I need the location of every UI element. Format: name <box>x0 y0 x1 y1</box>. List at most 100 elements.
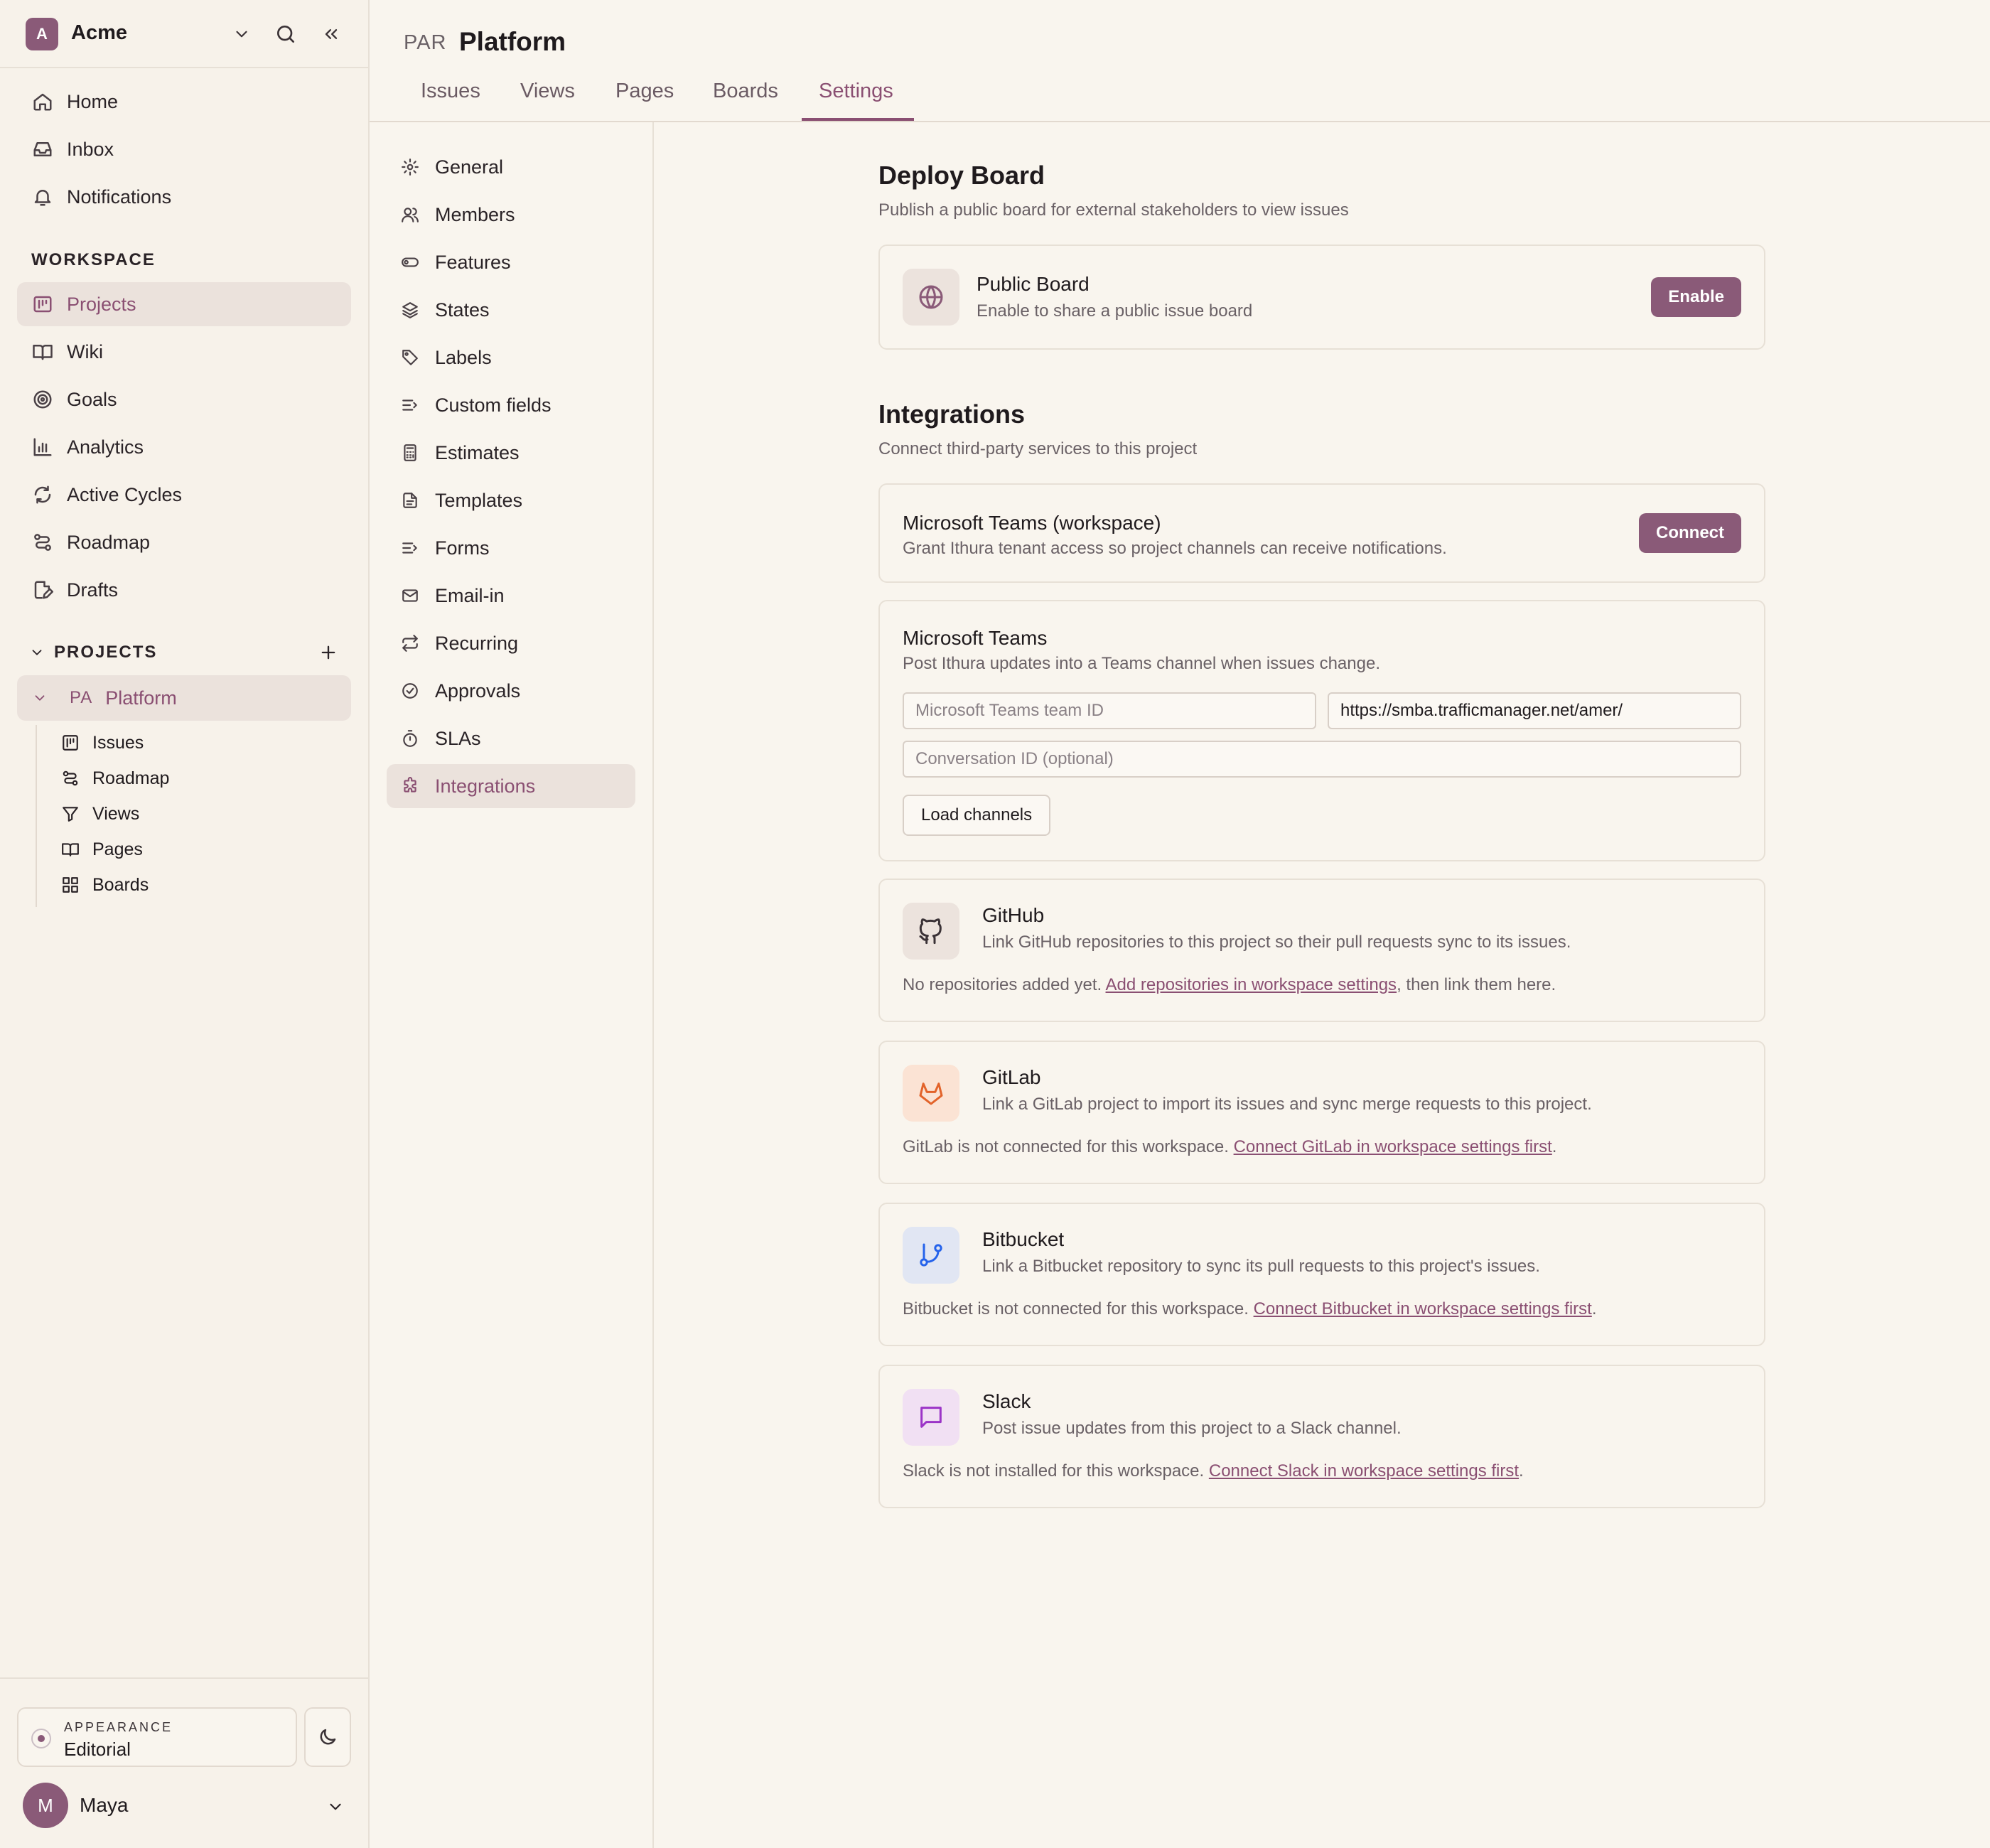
settings-slas[interactable]: SLAs <box>387 716 635 761</box>
nav-active-cycles[interactable]: Active Cycles <box>17 473 351 517</box>
tab-pages[interactable]: Pages <box>615 80 674 103</box>
gitlab-settings-link[interactable]: Connect GitLab in workspace settings fir… <box>1234 1137 1552 1156</box>
settings-templates[interactable]: Templates <box>387 478 635 522</box>
project-sub-roadmap[interactable]: Roadmap <box>60 762 169 795</box>
user-avatar[interactable]: M <box>23 1783 68 1828</box>
bar-chart-icon <box>30 434 55 460</box>
check-circle-icon <box>399 680 421 702</box>
nav-label: Analytics <box>67 436 144 458</box>
deploy-board-subtitle: Publish a public board for external stak… <box>878 200 1349 220</box>
settings-forms[interactable]: Forms <box>387 526 635 570</box>
enable-button[interactable]: Enable <box>1651 277 1741 317</box>
appearance-selector[interactable]: APPEARANCE Editorial <box>17 1707 297 1767</box>
github-settings-link[interactable]: Add repositories in workspace settings <box>1106 975 1397 994</box>
load-channels-button[interactable]: Load channels <box>903 795 1051 836</box>
bitbucket-note-text: Bitbucket is not connected for this work… <box>903 1299 1254 1318</box>
settings-approvals[interactable]: Approvals <box>387 669 635 713</box>
nav-label: Notifications <box>67 186 172 208</box>
tab-issues[interactable]: Issues <box>421 80 480 103</box>
nav-analytics[interactable]: Analytics <box>17 425 351 469</box>
teams-card: Microsoft Teams Post Ithura updates into… <box>878 600 1765 861</box>
sub-item-label: Pages <box>92 839 143 859</box>
timer-icon <box>399 728 421 749</box>
tab-views[interactable]: Views <box>520 80 575 103</box>
bitbucket-settings-link[interactable]: Connect Bitbucket in workspace settings … <box>1254 1299 1592 1318</box>
workspace-avatar[interactable]: A <box>26 18 58 50</box>
tab-boards[interactable]: Boards <box>713 80 778 103</box>
slack-note-suffix: . <box>1519 1461 1524 1481</box>
user-name[interactable]: Maya <box>80 1794 128 1817</box>
projects-icon <box>30 291 55 317</box>
settings-nav <box>370 122 654 1848</box>
project-sub-pages[interactable]: Pages <box>60 833 143 866</box>
slack-title: Slack <box>982 1390 1031 1412</box>
github-note: No repositories added yet. Add repositor… <box>903 975 1556 995</box>
settings-custom-fields[interactable]: Custom fields <box>387 383 635 427</box>
chevron-down-icon[interactable] <box>28 644 45 661</box>
nav-notifications[interactable]: Notifications <box>17 175 351 219</box>
teams-service-url-input[interactable] <box>1328 692 1741 729</box>
teams-team-id-input[interactable] <box>903 692 1316 729</box>
github-card: GitHub Link GitHub repositories to this … <box>878 879 1765 1022</box>
file-text-icon <box>399 490 421 511</box>
search-icon[interactable] <box>271 20 300 48</box>
appearance-label: APPEARANCE <box>64 1720 173 1734</box>
sub-item-label: Boards <box>92 874 149 895</box>
settings-general[interactable]: General <box>387 145 635 189</box>
chevron-down-icon[interactable] <box>227 20 256 48</box>
settings-integrations[interactable]: Integrations <box>387 764 635 808</box>
gitlab-note-text: GitLab is not connected for this workspa… <box>903 1137 1234 1156</box>
add-project-icon[interactable] <box>316 640 341 665</box>
collapse-sidebar-icon[interactable] <box>317 20 345 48</box>
bitbucket-note-suffix: . <box>1591 1299 1597 1318</box>
settings-features[interactable]: Features <box>387 240 635 284</box>
chevron-down-icon[interactable] <box>324 1795 347 1818</box>
settings-labels[interactable]: Labels <box>387 335 635 380</box>
nav-drafts[interactable]: Drafts <box>17 568 351 612</box>
settings-states[interactable]: States <box>387 288 635 332</box>
project-sub-boards[interactable]: Boards <box>60 869 149 901</box>
list-arrow-icon <box>399 537 421 559</box>
settings-email-in[interactable]: Email-in <box>387 574 635 618</box>
gitlab-desc: Link a GitLab project to import its issu… <box>982 1095 1592 1114</box>
nav-roadmap[interactable]: Roadmap <box>17 520 351 564</box>
sub-item-label: Views <box>92 803 140 824</box>
git-branch-icon <box>903 1227 959 1284</box>
workspace-name[interactable]: Acme <box>71 21 127 45</box>
nav-projects[interactable]: Projects <box>17 282 351 326</box>
nav-label: Inbox <box>67 138 114 160</box>
nav-home[interactable]: Home <box>17 80 351 124</box>
nav-goals[interactable]: Goals <box>17 377 351 421</box>
settings-item-label: SLAs <box>435 727 481 749</box>
project-sub-issues[interactable]: Issues <box>60 726 144 759</box>
project-code: PA <box>70 688 93 707</box>
nav-label: Roadmap <box>67 531 151 553</box>
settings-item-label: Integrations <box>435 775 536 797</box>
settings-members[interactable]: Members <box>387 193 635 237</box>
public-board-desc: Enable to share a public issue board <box>977 301 1253 321</box>
project-platform[interactable]: PA Platform <box>17 675 351 721</box>
teams-workspace-card: Microsoft Teams (workspace) Grant Ithura… <box>878 483 1765 583</box>
nav-inbox[interactable]: Inbox <box>17 127 351 171</box>
chevron-down-icon[interactable] <box>31 689 48 707</box>
project-sub-views[interactable]: Views <box>60 797 139 830</box>
settings-estimates[interactable]: Estimates <box>387 431 635 475</box>
projects-section-header[interactable]: PROJECTS <box>28 637 341 668</box>
settings-item-label: Templates <box>435 489 523 511</box>
home-icon <box>30 89 55 114</box>
nav-wiki[interactable]: Wiki <box>17 330 351 374</box>
settings-item-label: Recurring <box>435 632 519 654</box>
tab-settings[interactable]: Settings <box>819 80 893 103</box>
github-icon <box>903 903 959 960</box>
settings-recurring[interactable]: Recurring <box>387 621 635 665</box>
connect-button[interactable]: Connect <box>1639 513 1741 553</box>
slack-settings-link[interactable]: Connect Slack in workspace settings firs… <box>1209 1461 1519 1481</box>
teams-conversation-id-input[interactable] <box>903 741 1741 778</box>
settings-item-label: Email-in <box>435 584 505 606</box>
slack-note: Slack is not installed for this workspac… <box>903 1461 1524 1481</box>
moon-icon[interactable] <box>304 1707 351 1767</box>
settings-item-label: Estimates <box>435 441 520 463</box>
public-board-title: Public Board <box>977 273 1090 295</box>
active-tab-indicator <box>802 118 914 121</box>
gitlab-card: GitLab Link a GitLab project to import i… <box>878 1041 1765 1184</box>
